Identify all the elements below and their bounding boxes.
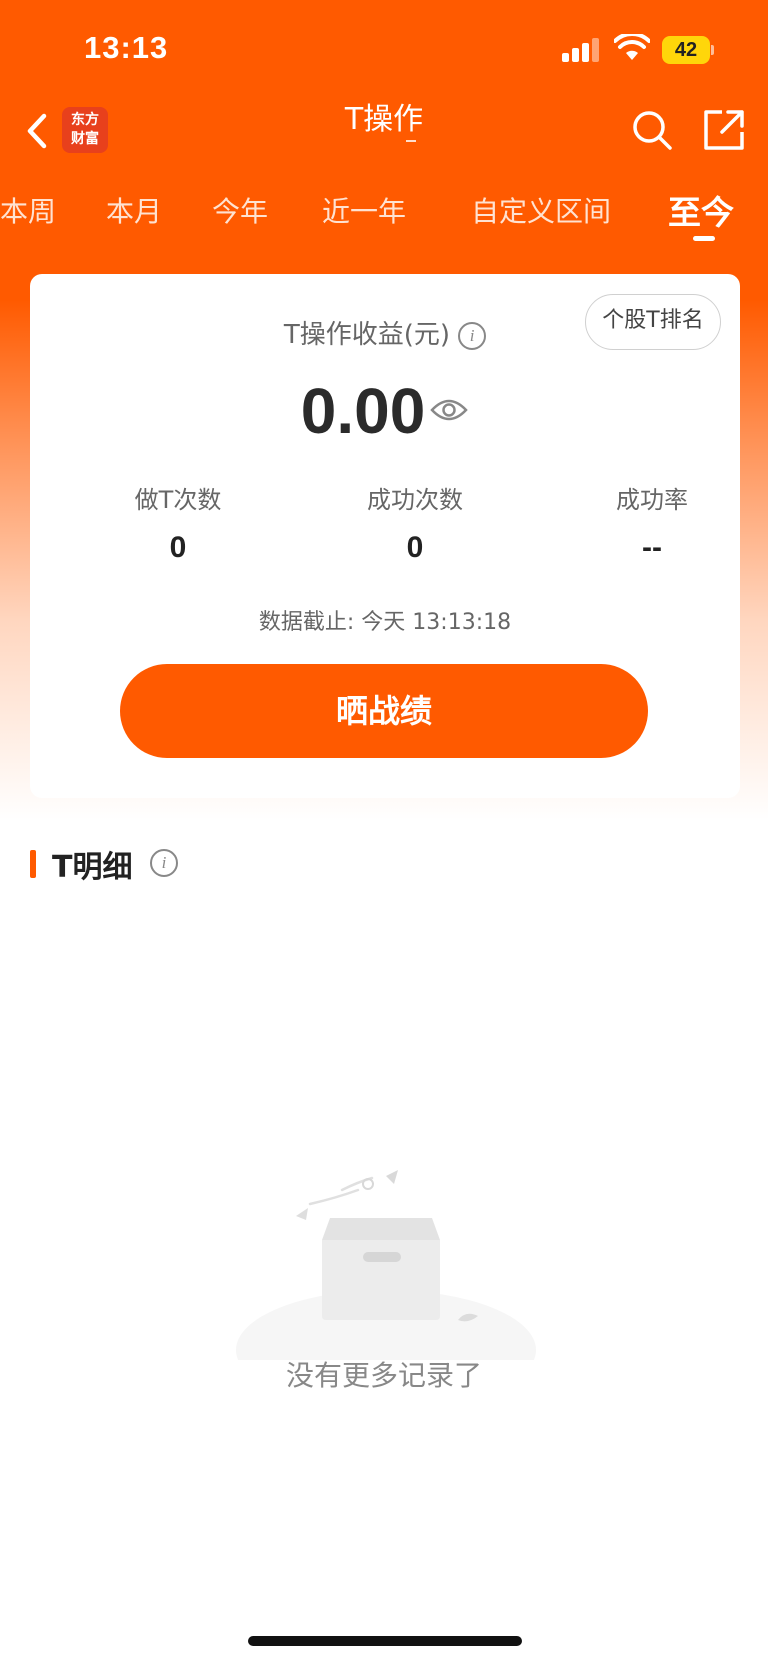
stat-label: 成功率 xyxy=(616,486,688,514)
data-deadline: 数据截止: 今天 13:13:18 xyxy=(258,610,512,635)
share-icon[interactable] xyxy=(702,108,746,152)
section-accent-bar xyxy=(30,850,36,878)
tab-this-week[interactable]: 本周 xyxy=(0,190,56,230)
stat-t-count: 做T次数 0 xyxy=(78,480,278,565)
tab-this-month[interactable]: 本月 xyxy=(106,190,162,230)
title-underline-mark xyxy=(406,140,416,142)
active-tab-indicator xyxy=(693,236,715,241)
profit-label-row: T操作收益(元) i xyxy=(30,314,740,351)
info-icon[interactable]: i xyxy=(150,849,178,877)
profit-value: 0.00 xyxy=(300,375,426,447)
cellular-signal-icon xyxy=(562,38,602,62)
stat-label: 做T次数 xyxy=(134,486,222,514)
empty-box-illustration xyxy=(236,1170,536,1360)
tab-this-year[interactable]: 今年 xyxy=(212,190,268,230)
section-title: T明细 xyxy=(52,850,133,885)
status-bar: 13:13 42 xyxy=(0,0,768,100)
search-icon[interactable] xyxy=(630,108,674,152)
battery-level: 42 xyxy=(662,36,710,64)
share-results-button[interactable]: 晒战绩 xyxy=(120,664,648,758)
summary-card: 个股T排名 T操作收益(元) i 0.00 做T次数 0 成功次数 0 成功率 -… xyxy=(30,274,740,798)
battery-icon: 42 xyxy=(662,36,714,64)
tab-custom-range[interactable]: 自定义区间 xyxy=(471,190,611,230)
home-indicator[interactable] xyxy=(248,1636,522,1646)
stat-value: -- xyxy=(642,531,662,564)
empty-state-text: 没有更多记录了 xyxy=(285,1359,482,1392)
stat-value: 0 xyxy=(406,531,424,564)
wifi-icon xyxy=(614,34,650,60)
eye-icon[interactable] xyxy=(430,396,468,424)
tab-to-date[interactable]: 至今 xyxy=(668,186,734,234)
stat-value: 0 xyxy=(169,531,187,564)
stat-success-rate: 成功率 -- xyxy=(552,480,752,565)
stat-label: 成功次数 xyxy=(367,486,463,514)
tab-last-year[interactable]: 近一年 xyxy=(322,190,406,230)
info-icon[interactable]: i xyxy=(458,321,487,350)
stat-success-count: 成功次数 0 xyxy=(315,480,515,565)
status-time: 13:13 xyxy=(84,30,169,65)
profit-label: T操作收益(元) xyxy=(283,320,451,350)
period-tabs: 本周 本月 今年 近一年 自定义区间 至今 xyxy=(0,190,768,250)
